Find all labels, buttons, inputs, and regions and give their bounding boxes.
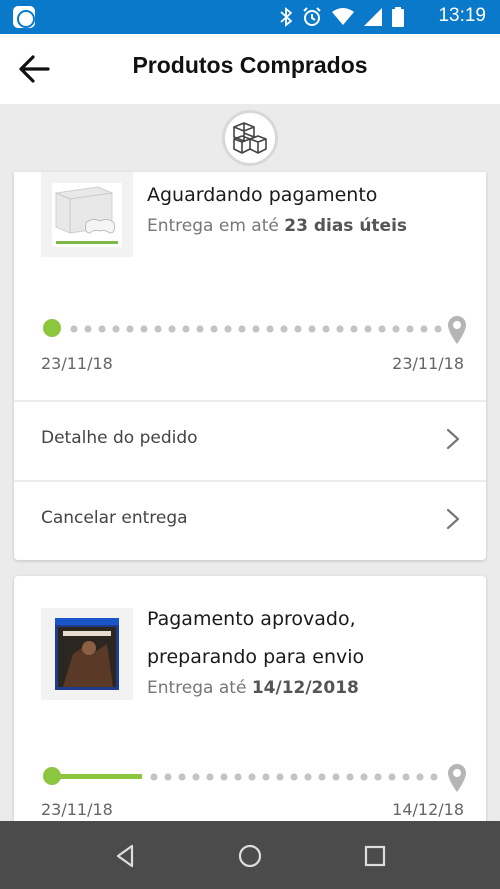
status-bar: 13:19 xyxy=(0,0,500,34)
progress-track-graphic xyxy=(43,316,466,344)
app-notification-icon xyxy=(13,6,35,28)
nav-recents-icon xyxy=(364,845,386,867)
app-bar: Produtos Comprados xyxy=(0,34,500,104)
product-thumbnail[interactable] xyxy=(41,608,133,700)
status-clock: 13:19 xyxy=(438,5,486,26)
nav-back-button[interactable] xyxy=(110,841,140,871)
start-date: 23/11/18 xyxy=(41,354,113,373)
location-pin-icon xyxy=(448,316,466,344)
progress-start-dot xyxy=(43,319,61,337)
battery-icon xyxy=(392,7,404,27)
nav-home-icon xyxy=(238,844,262,868)
android-nav-bar xyxy=(0,821,500,889)
order-status: Aguardando pagamento xyxy=(147,184,378,206)
xbox-console-icon xyxy=(52,182,122,247)
ps4-game-cover-icon xyxy=(55,618,119,690)
order-status-line-1: Pagamento aprovado, xyxy=(147,608,356,630)
delivery-value: 23 dias úteis xyxy=(284,216,408,236)
signal-icon xyxy=(364,8,382,26)
chevron-right-icon xyxy=(446,428,460,450)
progress-track-graphic xyxy=(43,764,466,792)
nav-back-icon xyxy=(116,844,134,868)
end-date: 23/11/18 xyxy=(392,354,464,373)
start-date: 23/11/18 xyxy=(41,800,113,819)
delivery-progress-track xyxy=(42,312,466,346)
order-status-line-2: preparando para envio xyxy=(147,646,365,668)
order-card: Aguardando pagamento Entrega em até 23 d… xyxy=(14,172,486,560)
chevron-right-icon xyxy=(446,508,460,530)
cancel-delivery-row[interactable]: Cancelar entrega xyxy=(14,480,486,560)
nav-recents-button[interactable] xyxy=(360,841,390,871)
delivery-prefix: Entrega até xyxy=(147,678,247,698)
delivery-value: 14/12/2018 xyxy=(251,678,359,698)
product-thumbnail[interactable] xyxy=(41,172,133,257)
delivery-progress-track xyxy=(42,760,466,794)
wifi-icon xyxy=(332,8,354,25)
nav-home-button[interactable] xyxy=(235,841,265,871)
delivery-prefix: Entrega em até xyxy=(147,216,279,236)
order-detail-row[interactable]: Detalhe do pedido xyxy=(14,400,486,480)
system-icons xyxy=(280,6,404,28)
end-date: 14/12/18 xyxy=(392,800,464,819)
delivery-estimate: Entrega até 14/12/2018 xyxy=(147,678,359,698)
page-title: Produtos Comprados xyxy=(132,52,368,78)
bluetooth-icon xyxy=(280,7,292,27)
location-pin-icon xyxy=(448,764,466,792)
alarm-icon xyxy=(303,7,321,26)
boxes-badge xyxy=(222,110,278,166)
progress-remaining-dots xyxy=(150,773,438,781)
boxes-icon xyxy=(233,122,267,154)
progress-remaining-dots xyxy=(70,325,442,333)
progress-start-dot xyxy=(43,767,61,785)
delivery-estimate: Entrega em até 23 dias úteis xyxy=(147,216,407,236)
progress-fill-bar xyxy=(52,774,142,779)
cancel-delivery-label: Cancelar entrega xyxy=(41,508,188,528)
order-detail-label: Detalhe do pedido xyxy=(41,428,198,448)
